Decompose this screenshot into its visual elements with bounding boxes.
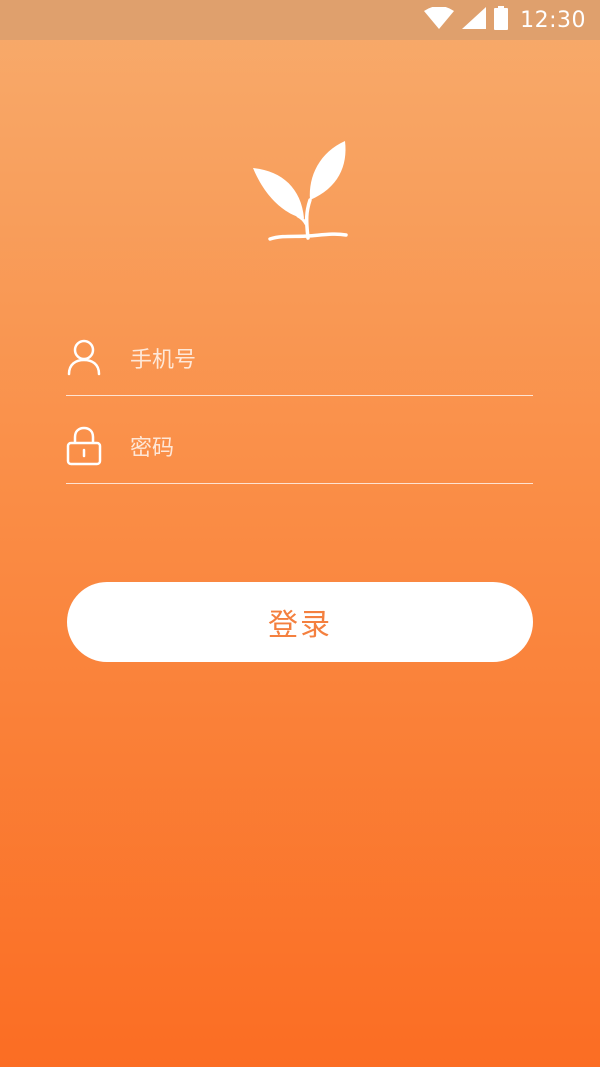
- phone-input[interactable]: [130, 342, 530, 378]
- login-button[interactable]: 登录: [67, 582, 533, 662]
- wifi-icon: [424, 6, 455, 33]
- status-bar: 12:30: [0, 0, 600, 40]
- user-icon: [66, 338, 102, 378]
- sprout-icon: [248, 138, 352, 246]
- phone-field: [66, 336, 533, 396]
- cell-signal-icon: [462, 7, 487, 33]
- password-field: [66, 424, 533, 484]
- lock-icon: [66, 426, 102, 466]
- password-input[interactable]: [130, 430, 530, 466]
- login-screen: 12:30 手机号 登录: [0, 0, 600, 1067]
- status-time: 12:30: [520, 7, 586, 33]
- battery-icon: [494, 6, 509, 34]
